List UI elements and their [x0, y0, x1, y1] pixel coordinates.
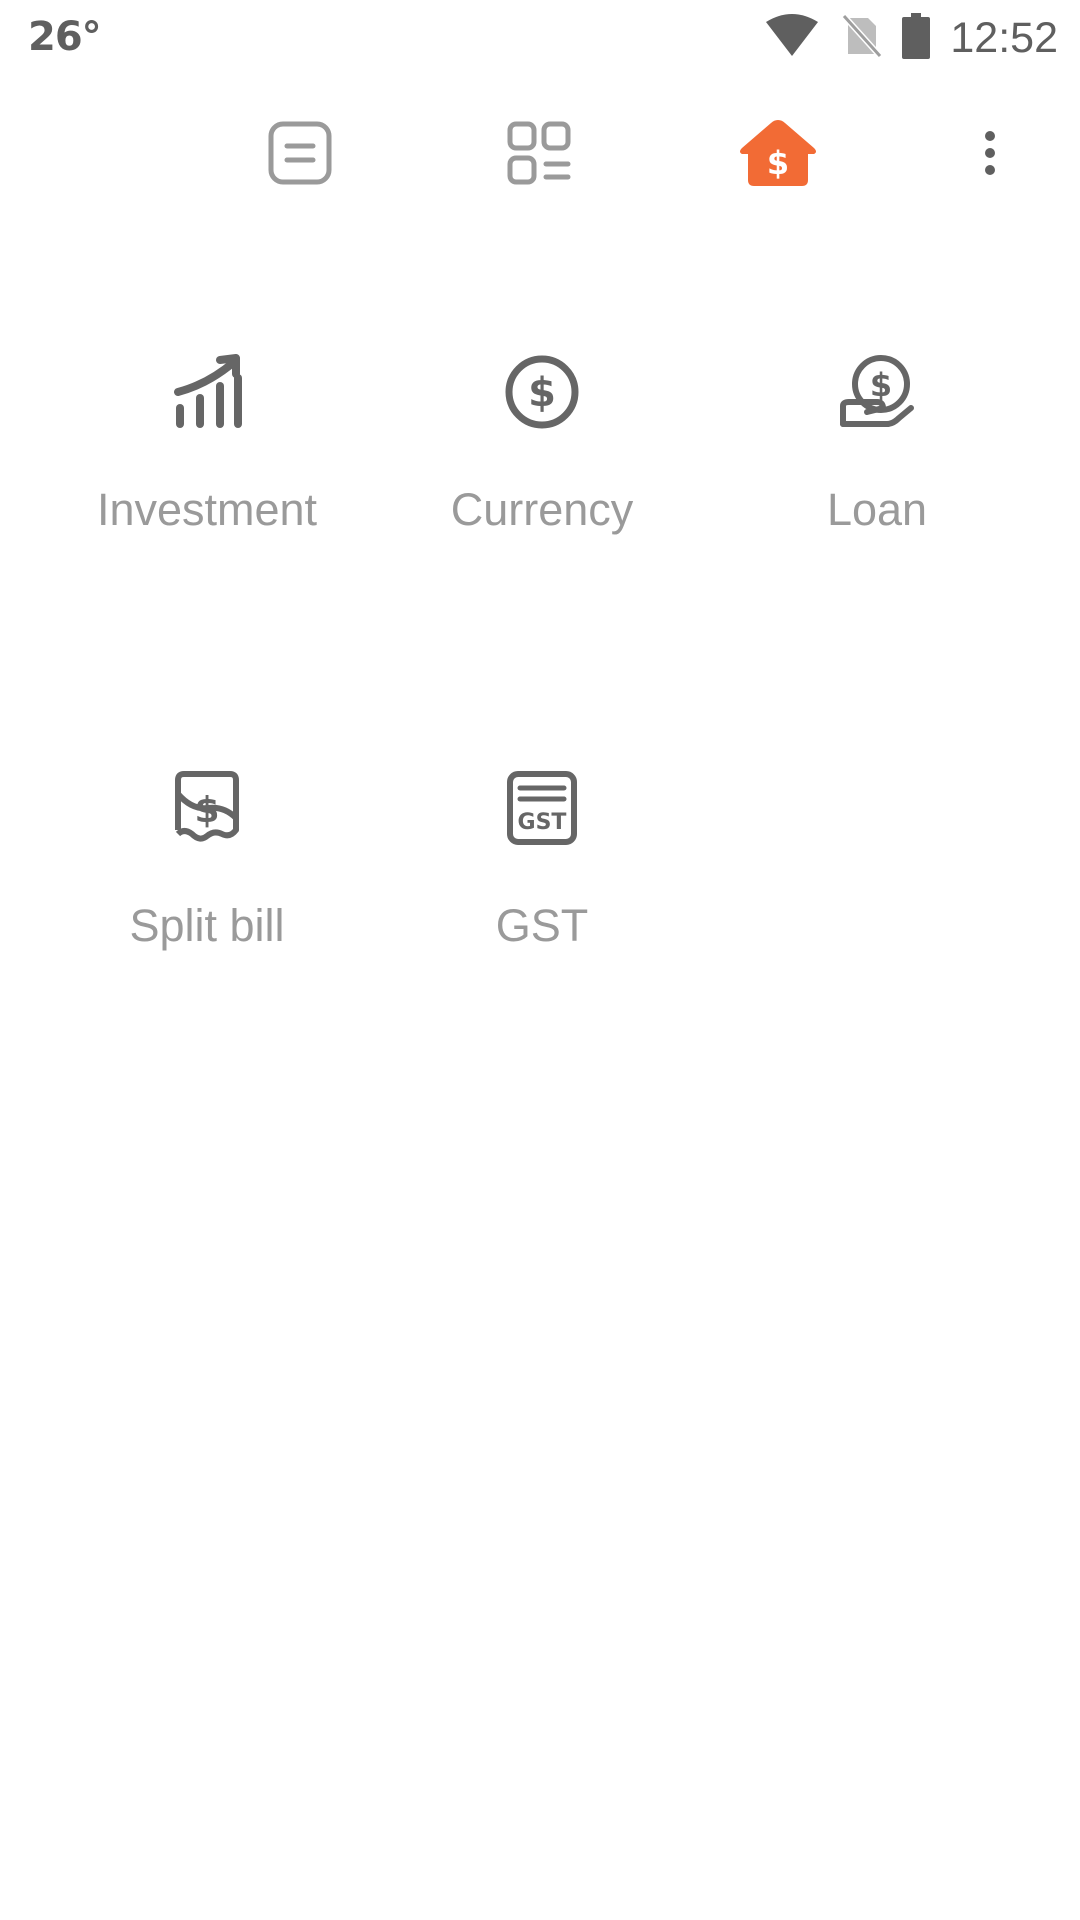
tool-currency[interactable]: $ Currency — [377, 352, 707, 612]
app-screen: 26° 12:52 $ Investment $ Currency $ Loan… — [0, 0, 1080, 1920]
svg-text:GST: GST — [518, 810, 567, 835]
tool-label: Currency — [450, 484, 634, 535]
tool-investment[interactable]: Investment — [42, 352, 372, 612]
tool-label: GST — [495, 900, 589, 951]
tool-split-bill[interactable]: $ Split bill — [42, 768, 372, 1028]
notes-icon — [267, 120, 333, 191]
more-vert-icon — [983, 130, 997, 181]
finance-tab-button[interactable]: $ — [723, 100, 833, 210]
status-bar: 26° 12:52 — [0, 0, 1080, 76]
tool-label: Split bill — [129, 900, 285, 951]
no-sim-icon — [840, 13, 883, 63]
widgets-icon — [506, 120, 572, 191]
tool-gst[interactable]: GST GST — [377, 768, 707, 1028]
top-toolbar: $ — [0, 100, 1080, 210]
wifi-icon — [764, 13, 820, 63]
gst-icon: GST — [502, 768, 582, 848]
widgets-tab-button[interactable] — [484, 100, 594, 210]
svg-text:$: $ — [528, 370, 556, 416]
tool-label: Loan — [826, 484, 928, 535]
overflow-menu-button[interactable] — [960, 100, 1020, 210]
currency-icon: $ — [502, 352, 582, 432]
notes-tab-button[interactable] — [245, 100, 355, 210]
investment-chart-icon — [167, 352, 247, 432]
status-temperature: 26° — [28, 14, 102, 60]
split-bill-icon: $ — [167, 768, 247, 848]
finance-home-icon: $ — [738, 118, 818, 193]
svg-text:$: $ — [767, 144, 789, 182]
status-time: 12:52 — [950, 13, 1058, 62]
battery-icon — [902, 12, 931, 64]
svg-text:$: $ — [194, 790, 219, 831]
svg-text:$: $ — [870, 366, 892, 404]
loan-icon: $ — [837, 352, 917, 432]
tool-loan[interactable]: $ Loan — [712, 352, 1042, 612]
tool-label: Investment — [96, 484, 318, 535]
status-right: 12:52 — [764, 10, 1058, 66]
